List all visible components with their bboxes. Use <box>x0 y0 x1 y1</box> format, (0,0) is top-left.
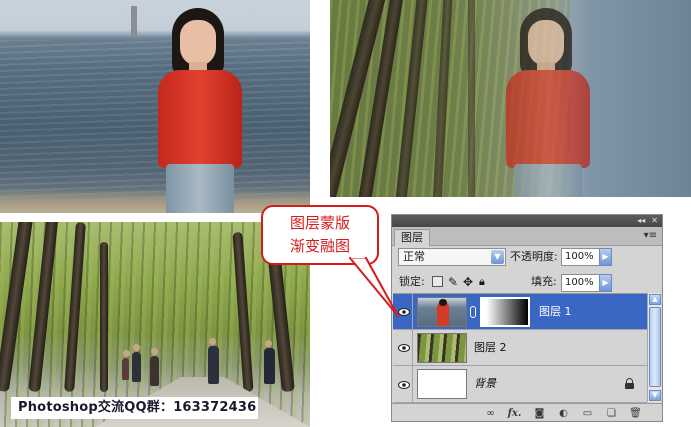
link-icon[interactable]: ∞ <box>484 407 497 419</box>
tower <box>131 6 137 36</box>
layer-thumbnail[interactable] <box>417 333 467 363</box>
chevron-down-icon[interactable]: ▼ <box>491 250 504 264</box>
photo-blended-result <box>330 0 691 197</box>
panel-menu-icon[interactable]: ▾≡ <box>644 230 657 241</box>
lock-paint-icon[interactable]: ✎ <box>448 273 458 291</box>
blend-mode-select[interactable]: 正常 ▼ <box>398 248 506 266</box>
lock-transparent-icon[interactable] <box>432 276 443 287</box>
group-icon[interactable]: ▭ <box>581 407 594 419</box>
eye-icon[interactable] <box>395 366 413 403</box>
opacity-slider-arrow-icon[interactable]: ▶ <box>599 248 612 266</box>
layer-name: 图层 2 <box>474 341 507 354</box>
pedestrian <box>150 348 159 386</box>
pedestrian <box>122 350 130 380</box>
layer-mask-thumbnail[interactable] <box>480 297 530 327</box>
scroll-down-icon[interactable]: ▼ <box>649 390 661 401</box>
adjustment-icon[interactable]: ◐ <box>557 407 570 419</box>
layer-name: 图层 1 <box>539 305 572 318</box>
layer-row-2[interactable]: 图层 2 <box>393 330 647 366</box>
pedestrian <box>132 344 141 382</box>
scroll-up-icon[interactable]: ▲ <box>649 294 661 305</box>
collapse-icon[interactable]: ◂◂ <box>637 215 645 227</box>
eye-icon[interactable] <box>395 294 413 330</box>
fill-label: 填充: <box>531 275 557 288</box>
opacity-label: 不透明度: <box>510 250 558 263</box>
layer-row-1[interactable]: 图层 1 <box>393 294 647 330</box>
trash-icon[interactable]: 🗑︎ <box>629 407 642 419</box>
scroll-thumb[interactable] <box>649 307 661 387</box>
pedestrian <box>208 338 219 384</box>
lock-move-icon[interactable]: ✥ <box>463 273 473 291</box>
layers-panel: ◂◂ ✕ 图层 ▾≡ 正常 ▼ 不透明度: 100% ▶ 锁定: ✎ ✥ 🔒︎ … <box>391 214 663 422</box>
callout-line-2: 渐变融图 <box>289 237 350 255</box>
tree-trunk <box>468 0 475 197</box>
layer-row-background[interactable]: 背景 <box>393 366 647 403</box>
tab-layers[interactable]: 图层 <box>394 229 430 246</box>
sea-waves <box>0 40 310 213</box>
blend-mode-value: 正常 <box>403 250 425 263</box>
pedestrian <box>264 340 275 384</box>
callout-line-1: 图层蒙版 <box>289 214 350 232</box>
fill-slider-arrow-icon[interactable]: ▶ <box>599 274 612 292</box>
lock-icon <box>625 378 634 389</box>
layers-scrollbar[interactable]: ▲ ▼ <box>647 293 661 402</box>
panel-footer: ∞ fx. ◙ ◐ ▭ ❏ 🗑︎ <box>392 403 662 421</box>
fx-icon[interactable]: fx. <box>508 407 522 419</box>
panel-tab-row: 图层 ▾≡ <box>392 227 662 246</box>
layers-list: 图层 1 图层 2 背景 <box>393 293 647 403</box>
callout-balloon: 图层蒙版 渐变融图 <box>261 205 379 265</box>
layer-name: 背景 <box>474 377 496 390</box>
lock-label: 锁定: <box>399 275 425 288</box>
photo-woman-sea <box>0 0 310 213</box>
panel-titlebar[interactable]: ◂◂ ✕ <box>392 215 662 227</box>
layer-thumbnail[interactable] <box>417 297 467 327</box>
blend-row: 正常 ▼ 不透明度: 100% ▶ <box>392 248 662 268</box>
mask-icon[interactable]: ◙ <box>533 407 546 419</box>
lock-all-icon[interactable]: 🔒︎ <box>479 273 485 291</box>
chain-link-icon[interactable] <box>470 306 476 318</box>
qq-group-watermark: Photoshop交流QQ群：163372436 <box>11 397 258 419</box>
new-layer-icon[interactable]: ❏ <box>605 407 618 419</box>
fill-input[interactable]: 100% <box>561 274 601 292</box>
close-icon[interactable]: ✕ <box>651 215 658 227</box>
layer-thumbnail[interactable] <box>417 369 467 399</box>
tree-trunk <box>100 242 108 392</box>
opacity-input[interactable]: 100% <box>561 248 601 266</box>
eye-icon[interactable] <box>395 330 413 366</box>
lock-row: 锁定: ✎ ✥ 🔒︎ 填充: 100% ▶ <box>392 273 662 293</box>
